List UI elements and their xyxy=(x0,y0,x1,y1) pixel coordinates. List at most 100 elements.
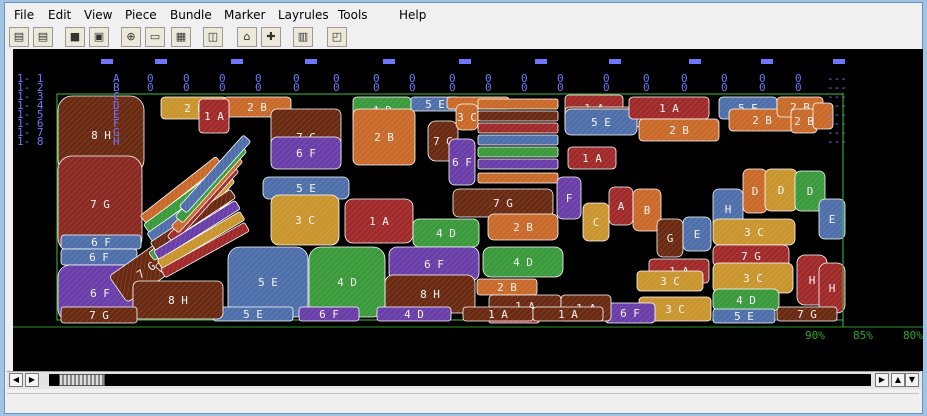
bundle-count: 0 xyxy=(147,81,154,94)
marker-piece[interactable] xyxy=(477,146,559,158)
piece-hatch xyxy=(478,99,558,109)
marker-piece[interactable] xyxy=(477,134,559,146)
marker-piece[interactable]: 6 F xyxy=(604,302,656,324)
marker-piece[interactable]: 1 A xyxy=(344,198,414,244)
full-view-icon[interactable]: ▦ xyxy=(171,27,191,47)
horizontal-scrollbar[interactable]: ◀ ▶ ▶ ▲ ▼ xyxy=(7,371,921,389)
marker-piece[interactable]: 4 D xyxy=(376,306,452,322)
scroll-track[interactable] xyxy=(49,374,871,386)
marker-piece[interactable]: 6 F xyxy=(60,248,138,266)
marker-piece[interactable]: A xyxy=(608,186,634,226)
marker-piece[interactable]: 1 A xyxy=(567,146,617,170)
marker-piece[interactable]: 5 E xyxy=(227,246,309,318)
open-folder-icon[interactable]: ▤ xyxy=(9,27,29,47)
marker-piece[interactable]: 3 C xyxy=(712,218,796,246)
marker-piece[interactable] xyxy=(477,158,559,170)
marker-piece[interactable]: 2 B xyxy=(487,213,559,241)
marker-piece[interactable]: 1 A xyxy=(628,96,710,120)
marker-piece[interactable]: 5 E xyxy=(212,306,294,322)
row-marker xyxy=(231,59,243,64)
zoom-icon[interactable]: ⊕ xyxy=(121,27,141,47)
marker-piece[interactable]: 7 G xyxy=(776,306,838,322)
piece-label: 2 B xyxy=(794,115,814,128)
marker-piece[interactable]: 2 B xyxy=(352,108,416,166)
marker-piece[interactable]: 4 D xyxy=(412,218,480,248)
row-marker xyxy=(761,59,773,64)
marker-piece[interactable]: 6 F xyxy=(270,136,342,170)
scroll-end-icon[interactable]: ▶ xyxy=(875,373,889,387)
scroll-right-icon[interactable]: ▶ xyxy=(25,373,39,387)
marker-piece[interactable]: 2 B xyxy=(476,278,538,296)
piece-hatch xyxy=(478,147,558,157)
marker-piece[interactable]: 3 C xyxy=(712,262,794,294)
marker-piece[interactable]: D xyxy=(742,168,768,214)
marker-piece[interactable]: 8 H xyxy=(132,280,224,320)
menu-tools[interactable]: Tools xyxy=(338,8,368,22)
menu-view[interactable]: View xyxy=(84,8,112,22)
marker-piece[interactable]: 7 G xyxy=(60,306,138,324)
marker-piece[interactable]: 5 E xyxy=(564,108,638,136)
piece-label: 6 F xyxy=(296,147,316,160)
marker-piece[interactable]: D xyxy=(764,168,798,212)
save-icon[interactable]: ■ xyxy=(65,27,85,47)
save-all-icon[interactable]: ▣ xyxy=(89,27,109,47)
menu-layrules[interactable]: Layrules xyxy=(278,8,329,22)
marker-piece[interactable]: 3 C xyxy=(455,103,479,131)
marker-piece[interactable]: 3 C xyxy=(636,270,704,292)
marker-piece[interactable] xyxy=(477,98,559,110)
notes-icon[interactable]: ▥ xyxy=(293,27,313,47)
piece-label: 2 B xyxy=(497,281,517,294)
scroll-left-icon[interactable]: ◀ xyxy=(9,373,23,387)
piece-label: C xyxy=(593,216,600,229)
marker-piece[interactable]: 6 F xyxy=(448,138,476,186)
menu-piece[interactable]: Piece xyxy=(125,8,157,22)
marker-piece[interactable]: G xyxy=(656,218,684,258)
marker-piece[interactable]: 6 F xyxy=(60,234,142,250)
marker-piece[interactable]: F xyxy=(556,176,582,220)
piece-label: 3 C xyxy=(295,214,315,227)
open-marker-icon[interactable]: ▤ xyxy=(33,27,53,47)
add-piece-icon[interactable]: ✚ xyxy=(261,27,281,47)
marker-piece[interactable] xyxy=(477,110,559,122)
marker-piece[interactable]: 1 A xyxy=(532,306,604,322)
piece-label: 4 D xyxy=(337,276,357,289)
marker-piece[interactable]: 2 B xyxy=(638,118,720,142)
marker-piece[interactable]: E xyxy=(682,216,712,252)
marker-piece[interactable]: 4 D xyxy=(482,246,564,278)
layout-rules-icon[interactable]: ◰ xyxy=(327,27,347,47)
marker-piece[interactable]: E xyxy=(818,198,846,240)
scroll-up-icon[interactable]: ▲ xyxy=(891,373,905,387)
marker-piece[interactable]: 6 F xyxy=(298,306,360,322)
scroll-down-icon[interactable]: ▼ xyxy=(905,373,919,387)
marker-layout[interactable]: 8 H7 G6 F6 F6 F7 G5 E3 C1 A2 B2 B7 G6 F1… xyxy=(13,49,923,371)
efficiency-readout: 85% xyxy=(853,329,873,342)
marker-piece[interactable]: 1 A xyxy=(462,306,534,322)
marker-piece[interactable]: 1 A xyxy=(198,98,230,134)
marker-piece[interactable]: H xyxy=(818,262,846,314)
menu-help[interactable]: Help xyxy=(399,8,426,22)
row-marker xyxy=(609,59,621,64)
menu-marker[interactable]: Marker xyxy=(224,8,265,22)
marker-piece[interactable]: 7 G xyxy=(452,188,554,218)
select-piece-icon[interactable]: ◫ xyxy=(203,27,223,47)
scroll-thumb[interactable] xyxy=(59,374,105,386)
menu-bundle[interactable]: Bundle xyxy=(170,8,212,22)
menu-file[interactable]: File xyxy=(14,8,34,22)
status-bar xyxy=(7,393,919,412)
marker-piece[interactable]: 5 E xyxy=(712,308,776,324)
marker-piece[interactable]: 4 D xyxy=(308,246,386,318)
marker-pieces[interactable]: 8 H7 G6 F6 F6 F7 G5 E3 C1 A2 B2 B7 G6 F1… xyxy=(56,93,846,324)
piece-hatch xyxy=(478,123,558,133)
menu-edit[interactable]: Edit xyxy=(48,8,71,22)
marker-canvas[interactable]: 8 H7 G6 F6 F6 F7 G5 E3 C1 A2 B2 B7 G6 F1… xyxy=(13,49,923,371)
marker-piece[interactable]: 3 C xyxy=(270,194,340,246)
piece-label: 1 A xyxy=(369,215,389,228)
open-file-icon[interactable]: ⌂ xyxy=(237,27,257,47)
marker-piece[interactable]: 4 D xyxy=(712,288,780,312)
marker-piece[interactable]: C xyxy=(582,202,610,242)
piece-label: 6 F xyxy=(620,307,640,320)
marker-piece[interactable] xyxy=(477,172,559,184)
marker-piece[interactable] xyxy=(477,122,559,134)
zoom-rectangle-icon[interactable]: ▭ xyxy=(145,27,165,47)
piece-label: 3 C xyxy=(744,226,764,239)
